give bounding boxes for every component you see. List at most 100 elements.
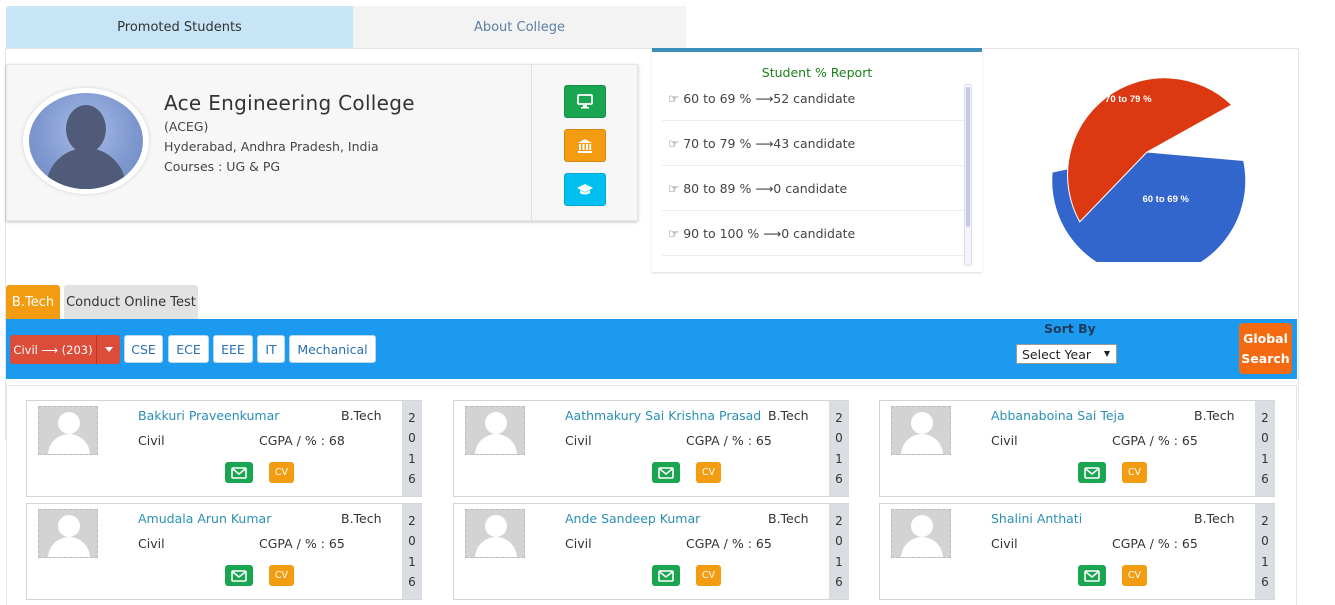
student-name[interactable]: Ande Sandeep Kumar — [565, 511, 700, 526]
student-name[interactable]: Amudala Arun Kumar — [138, 511, 271, 526]
arrow-right-icon: ⟶ — [763, 225, 782, 241]
year-digit: 6 — [408, 471, 416, 486]
civil-label: Civil ⟶ (203) — [13, 342, 93, 357]
envelope-icon — [231, 466, 247, 479]
student-course: B.Tech — [1194, 511, 1235, 526]
tab-promoted-students[interactable]: Promoted Students — [6, 6, 353, 48]
dept-button-eee[interactable]: EEE — [213, 335, 253, 363]
college-name: Ace Engineering College — [164, 91, 415, 115]
college-location: Hyderabad, Andhra Pradesh, India — [164, 139, 379, 154]
email-button[interactable] — [1078, 565, 1106, 586]
student-photo-placeholder-icon — [465, 509, 525, 558]
year-digit: 1 — [1261, 554, 1269, 569]
dept-button-cse[interactable]: CSE — [124, 335, 163, 363]
year-digit: 2 — [835, 514, 843, 529]
global-search-button[interactable]: Global Search — [1239, 323, 1292, 374]
email-button[interactable] — [225, 565, 253, 586]
student-course: B.Tech — [341, 408, 382, 423]
arrow-right-icon: ⟶ — [755, 135, 774, 151]
scrollbar-thumb[interactable] — [966, 87, 970, 227]
cv-button[interactable]: CV — [1122, 565, 1147, 586]
desktop-button[interactable] — [564, 85, 606, 118]
report-item: ☞ 70 to 79 % ⟶ 43 candidate — [662, 121, 964, 166]
student-year-strip: 2016 — [1255, 401, 1275, 496]
caret-down-icon[interactable] — [96, 335, 120, 364]
pie-slice-label: 70 to 79 % — [1105, 94, 1152, 105]
institution-button[interactable] — [564, 129, 606, 162]
report-scrollbar[interactable] — [964, 84, 972, 266]
envelope-icon — [658, 569, 674, 582]
dept-button-ece[interactable]: ECE — [168, 335, 209, 363]
year-digit: 6 — [1261, 574, 1269, 589]
year-digit: 2 — [408, 411, 416, 426]
arrow-right-icon: ⟶ — [755, 90, 774, 106]
student-year-strip: 2016 — [829, 401, 849, 496]
select-year-dropdown[interactable]: Select Year — [1016, 344, 1117, 364]
student-card: Abbanaboina Sai Teja B.Tech Civil CGPA / % … — [879, 400, 1275, 497]
envelope-icon — [658, 466, 674, 479]
year-digit: 1 — [1261, 451, 1269, 466]
email-button[interactable] — [652, 565, 680, 586]
email-button[interactable] — [1078, 462, 1106, 483]
cv-button[interactable]: CV — [696, 565, 721, 586]
student-name[interactable]: Abbanaboina Sai Teja — [991, 408, 1125, 423]
student-branch: Civil — [991, 536, 1018, 551]
year-digit: 6 — [835, 471, 843, 486]
student-cgpa: CGPA / % : 68 — [259, 433, 345, 448]
cv-button[interactable]: CV — [269, 565, 294, 586]
year-digit: 0 — [835, 431, 843, 446]
student-photo-placeholder-icon — [38, 406, 98, 455]
student-cgpa: CGPA / % : 65 — [1112, 536, 1198, 551]
student-name[interactable]: Bakkuri Praveenkumar — [138, 408, 279, 423]
global-search-label-1: Global — [1243, 330, 1288, 346]
student-name[interactable]: Shalini Anthati — [991, 511, 1082, 526]
select-year-value: Select Year — [1022, 346, 1092, 362]
report-count: 0 candidate — [773, 180, 848, 196]
institution-icon — [578, 138, 592, 153]
tab-conduct-online-test[interactable]: Conduct Online Test — [64, 285, 198, 319]
student-photo-placeholder-icon — [891, 509, 951, 558]
thumbs-up-icon: ☞ — [668, 225, 684, 241]
report-range: 90 to 100 % — [683, 225, 760, 241]
divider — [531, 65, 532, 220]
year-digit: 6 — [408, 574, 416, 589]
college-profile-card: Ace Engineering College (ACEG) Hyderabad… — [6, 64, 638, 221]
dept-button-it[interactable]: IT — [257, 335, 285, 363]
year-digit: 1 — [408, 451, 416, 466]
student-course: B.Tech — [768, 408, 809, 423]
thumbs-up-icon: ☞ — [668, 135, 684, 151]
year-digit: 6 — [835, 574, 843, 589]
year-digit: 1 — [835, 451, 843, 466]
tab-btech[interactable]: B.Tech — [6, 285, 60, 319]
student-name[interactable]: Aathmakury Sai Krishna Prasad — [565, 408, 761, 423]
year-digit: 2 — [1261, 411, 1269, 426]
college-avatar — [23, 88, 149, 194]
envelope-icon — [231, 569, 247, 582]
year-digit: 0 — [835, 534, 843, 549]
email-button[interactable] — [652, 462, 680, 483]
student-percent-report: Student % Report ☞ 60 to 69 % ⟶ 52 candid… — [652, 48, 982, 272]
tab-about-college[interactable]: About College — [353, 6, 686, 48]
cv-button[interactable]: CV — [696, 462, 721, 483]
student-course: B.Tech — [768, 511, 809, 526]
cv-button[interactable]: CV — [1122, 462, 1147, 483]
graduation-cap-button[interactable] — [564, 173, 606, 206]
student-cgpa: CGPA / % : 65 — [1112, 433, 1198, 448]
report-range: 80 to 89 % — [683, 180, 752, 196]
student-card: Aathmakury Sai Krishna Prasad B.Tech Civil… — [453, 400, 849, 497]
dept-button-mechanical[interactable]: Mechanical — [289, 335, 376, 363]
student-branch: Civil — [991, 433, 1018, 448]
desktop-icon — [577, 94, 593, 109]
cv-button[interactable]: CV — [269, 462, 294, 483]
student-card: Shalini Anthati B.Tech Civil CGPA / % : 65 C… — [879, 503, 1275, 600]
top-tabs: Promoted Students About College — [6, 6, 686, 48]
student-year-strip: 2016 — [829, 504, 849, 599]
student-course: B.Tech — [341, 511, 382, 526]
email-button[interactable] — [225, 462, 253, 483]
year-digit: 0 — [408, 534, 416, 549]
envelope-icon — [1084, 569, 1100, 582]
report-count: 52 candidate — [773, 90, 856, 106]
student-year-strip: 2016 — [1255, 504, 1275, 599]
report-range: 60 to 69 % — [683, 90, 752, 106]
civil-dropdown-button[interactable]: Civil ⟶ (203) — [10, 335, 120, 364]
